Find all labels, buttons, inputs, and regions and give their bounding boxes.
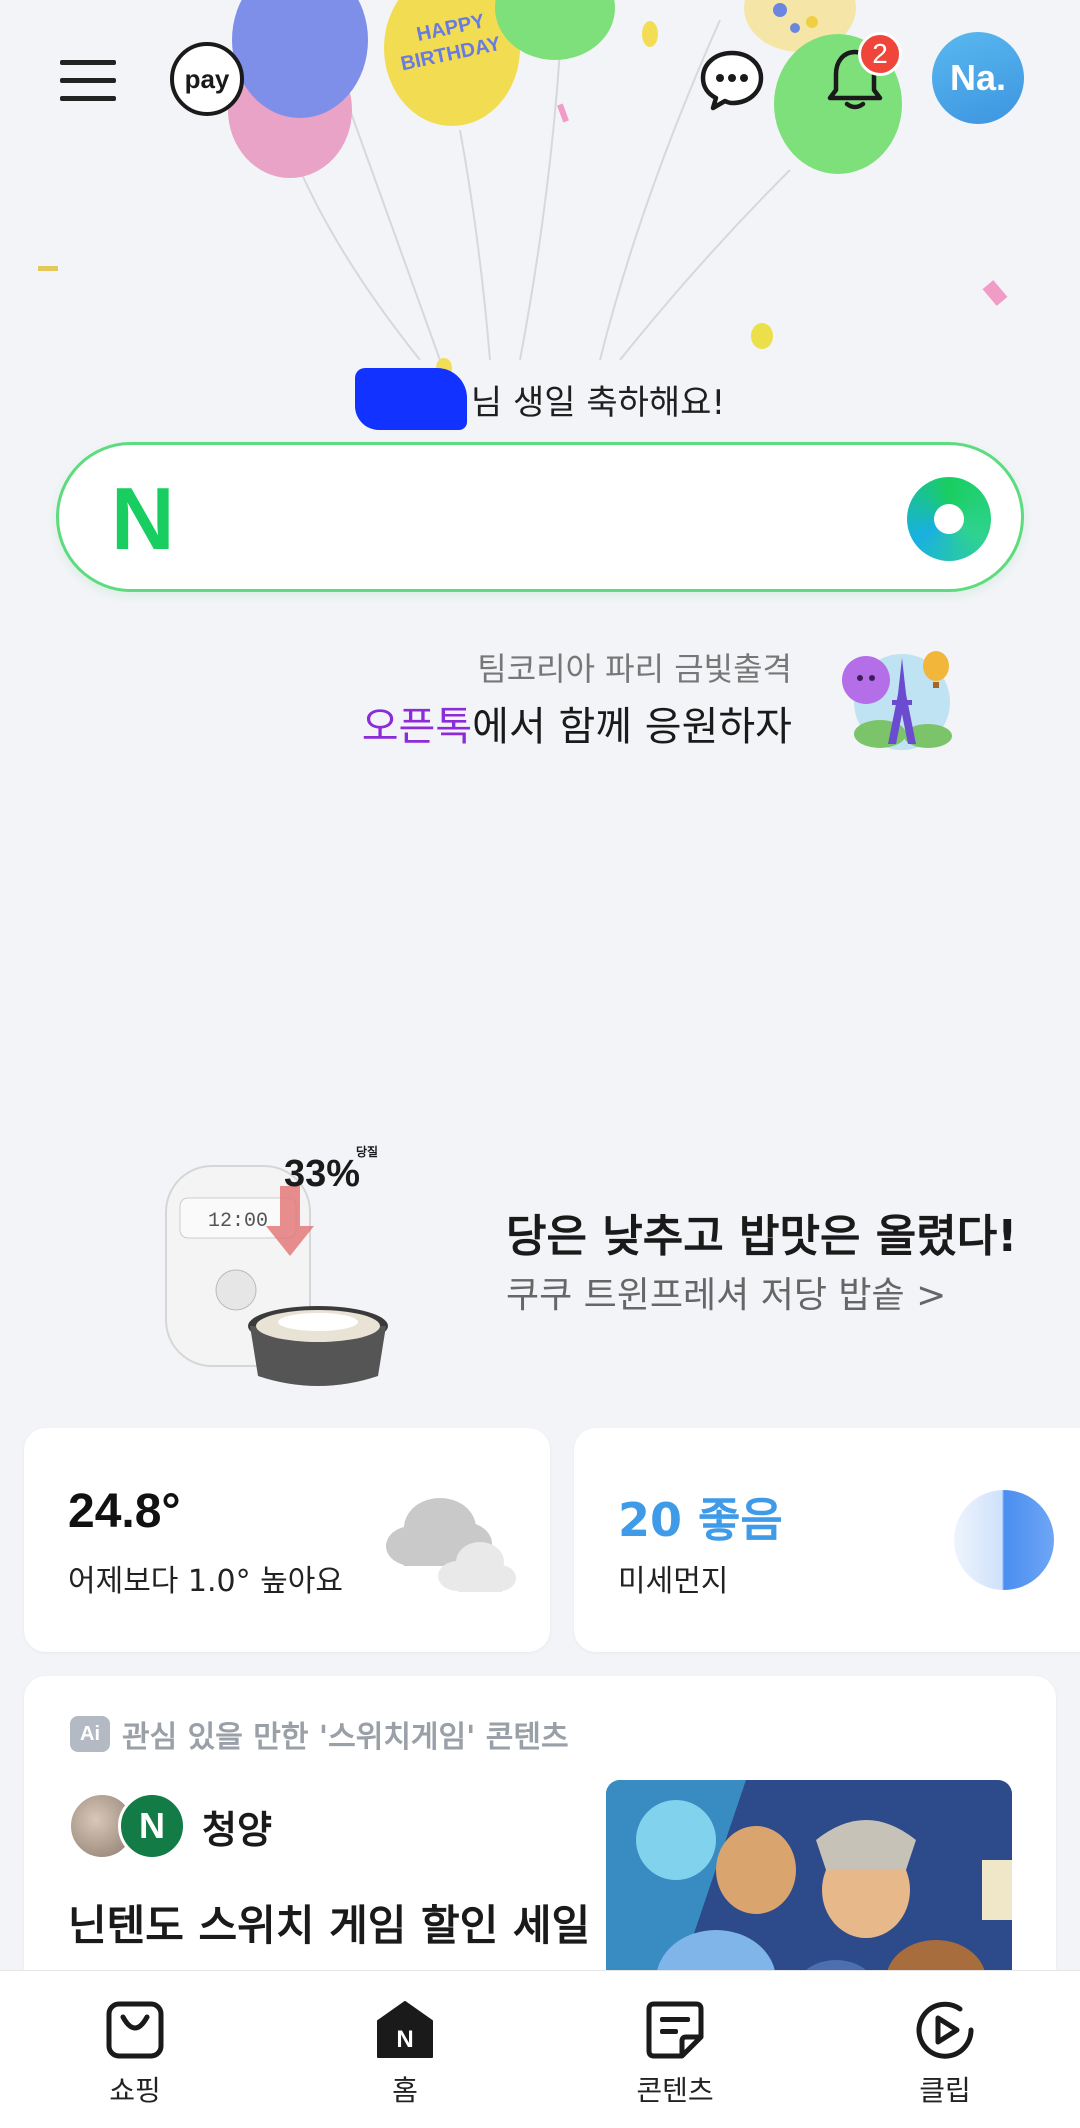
discount-badge-label: 당질: [356, 1144, 378, 1159]
temperature: 24.8°: [68, 1485, 181, 1538]
eiffel-tower-illustration: [842, 651, 952, 750]
rice-cooker-product-image: 12:00 33% 당질: [165, 1144, 388, 1386]
redacted-username: [354, 368, 467, 430]
birthday-greeting: 님 생일 축하해요!: [0, 368, 1080, 430]
avatar: Na.: [932, 32, 1024, 124]
pay-icon: pay: [170, 42, 244, 116]
ad-subtitle-link[interactable]: 쿠쿠 트윈프레셔 저당 밥솥 >: [506, 1266, 946, 1318]
fine-dust-card[interactable]: 20 좋음 미세먼지: [574, 1428, 1080, 1652]
pay-button[interactable]: pay: [168, 40, 246, 118]
nav-label-contents: 콘텐츠: [636, 2074, 714, 2107]
nav-item-clip[interactable]: 클립: [810, 1971, 1080, 2128]
discount-percent-text: 33%: [284, 1153, 360, 1195]
cloudy-weather-icon: [386, 1498, 516, 1592]
menu-button[interactable]: [50, 42, 126, 118]
search-input[interactable]: [219, 475, 839, 565]
author-name: 청양: [202, 1807, 272, 1852]
svg-text:12:00: 12:00: [208, 1210, 268, 1233]
nav-item-home[interactable]: N 홈: [270, 1971, 540, 2128]
chat-bubble-icon: [700, 50, 764, 111]
naver-influencer-badge-icon: N: [118, 1792, 186, 1860]
fine-dust-label: 미세먼지: [618, 1564, 729, 1599]
ai-badge-icon: Ai: [70, 1716, 110, 1752]
smart-lens-icon[interactable]: [907, 477, 991, 561]
nav-label-shopping: 쇼핑: [109, 2074, 161, 2107]
naver-logo: N: [111, 469, 175, 568]
birthday-balloons-illustration: HAPPY BIRTHDAY: [38, 0, 1008, 378]
greeting-text: 님 생일 축하해요!: [470, 383, 726, 423]
content-author[interactable]: N 청양: [68, 1790, 272, 1862]
content-header-text: 관심 있을 만한 '스위치게임' 콘텐츠: [122, 1720, 569, 1755]
svg-text:N: N: [396, 2026, 413, 2053]
nav-label-clip: 클립: [919, 2074, 971, 2107]
profile-avatar-button[interactable]: Na.: [932, 32, 1024, 124]
promo-title: 오픈톡에서 함께 응원하자: [362, 694, 792, 752]
clip-play-icon: [916, 2001, 974, 2059]
ad-title: 당은 낮추고 밥맛은 올렸다!: [506, 1211, 1018, 1262]
birthday-celebration-header: HAPPY BIRTHDAY pay 2 Na. 님 생일 축하해요!: [0, 0, 1080, 430]
talk-button[interactable]: [692, 40, 772, 120]
weather-card[interactable]: 24.8° 어제보다 1.0° 높아요: [24, 1428, 550, 1652]
recommended-content-card[interactable]: Ai 관심 있을 만한 '스위치게임' 콘텐츠 N 청양 닌텐도 스위치 게임 …: [24, 1676, 1056, 2016]
content-title[interactable]: 닌텐도 스위치 게임 할인 세일: [68, 1892, 590, 1953]
nav-item-shopping[interactable]: 쇼핑: [0, 1971, 270, 2128]
hamburger-menu-icon: [60, 60, 116, 101]
notification-count-badge: 2: [858, 32, 902, 76]
content-recommendation-header: Ai 관심 있을 만한 '스위치게임' 콘텐츠: [70, 1714, 569, 1755]
nav-label-home: 홈: [392, 2074, 418, 2107]
contents-icon: [646, 2001, 704, 2059]
openchat-promo[interactable]: 팀코리아 파리 금빛출격 오픈톡에서 함께 응원하자: [300, 644, 960, 754]
home-icon: N: [377, 2001, 433, 2058]
bottom-navigation: 쇼핑 N 홈 콘텐츠 클립: [0, 1970, 1080, 2128]
notification-button[interactable]: 2: [812, 32, 902, 122]
fine-dust-value: 20 좋음: [618, 1493, 783, 1547]
fine-dust-gauge-icon: [954, 1490, 1054, 1590]
search-bar[interactable]: N: [56, 442, 1024, 592]
promo-title-highlight: 오픈톡: [361, 704, 473, 750]
shopping-bag-icon: [106, 2001, 164, 2059]
weather-description: 어제보다 1.0° 높아요: [68, 1564, 343, 1599]
rice-cooker-ad-banner[interactable]: 12:00 33% 당질 당은 낮추고 밥맛은 올렸다! 쿠쿠 트윈프레셔 저당…: [150, 1140, 1017, 1390]
promo-subtitle: 팀코리아 파리 금빛출격: [477, 650, 792, 688]
promo-title-rest: 에서 함께 응원하자: [472, 704, 792, 750]
nav-item-contents[interactable]: 콘텐츠: [540, 1971, 810, 2128]
naver-home-screen: HAPPY BIRTHDAY pay 2 Na. 님 생일 축하해요! N 팀코…: [0, 0, 1080, 2128]
